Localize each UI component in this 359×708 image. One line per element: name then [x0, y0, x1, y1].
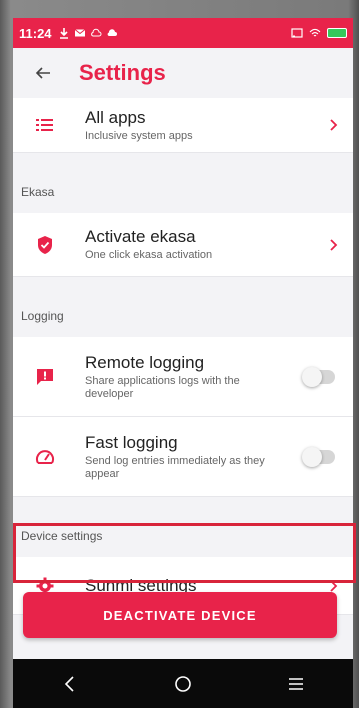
cast-icon: [291, 28, 303, 38]
speedometer-icon: [33, 445, 57, 469]
email-icon: [74, 29, 85, 37]
app-bar: Settings: [13, 48, 353, 99]
status-icons-left: [58, 27, 118, 39]
remote-logging-text: Remote logging Share applications logs w…: [85, 353, 305, 401]
section-ekasa: Ekasa: [21, 185, 55, 199]
remote-logging-sub: Share applications logs with the develop…: [85, 374, 240, 400]
remote-logging-label: Remote logging: [85, 352, 205, 372]
chevron-right-icon: [330, 119, 338, 131]
status-time: 11:24: [19, 25, 52, 41]
fast-logging-item[interactable]: Fast logging Send log entries immediatel…: [13, 417, 353, 497]
settings-list: All apps Inclusive system apps Ekasa Act…: [13, 98, 353, 615]
navigation-bar: [13, 659, 353, 708]
battery-icon: [327, 28, 347, 38]
remote-logging-toggle[interactable]: [302, 366, 335, 387]
all-apps-text: All apps Inclusive system apps: [85, 108, 325, 143]
activate-ekasa-sub: One click ekasa activation: [85, 249, 213, 261]
deactivate-device-button[interactable]: DEACTIVATE DEVICE: [23, 592, 337, 638]
section-device-settings: Device settings: [21, 529, 103, 543]
back-nav-icon: [64, 675, 74, 692]
status-bar: 11:24: [13, 18, 353, 48]
activate-ekasa-label: Activate ekasa: [85, 227, 196, 246]
all-apps-label: All apps: [85, 107, 146, 127]
activate-ekasa-text: Activate ekasa One click ekasa activatio…: [85, 227, 325, 262]
home-nav-button[interactable]: [163, 664, 203, 704]
menu-nav-icon: [289, 677, 304, 690]
wifi-icon: [309, 28, 321, 37]
arrow-left-icon: [35, 67, 50, 79]
activate-ekasa-item[interactable]: Activate ekasa One click ekasa activatio…: [13, 213, 353, 277]
all-apps-item[interactable]: All apps Inclusive system apps: [13, 98, 353, 153]
list-icon: [33, 113, 57, 137]
back-button[interactable]: [23, 53, 63, 93]
menu-nav-button[interactable]: [276, 664, 316, 704]
remote-logging-item[interactable]: Remote logging Share applications logs w…: [13, 337, 353, 417]
download-icon: [59, 28, 68, 39]
fast-logging-label: Fast logging: [85, 432, 178, 452]
section-logging: Logging: [21, 309, 64, 323]
page-title: Settings: [79, 60, 166, 85]
home-nav-icon: [175, 675, 191, 692]
back-nav-button[interactable]: [50, 664, 90, 704]
chevron-right-icon: [330, 238, 338, 251]
status-icons-right: [291, 27, 347, 39]
fast-logging-toggle[interactable]: [302, 446, 335, 467]
report-icon: [33, 365, 57, 389]
shield-check-icon: [33, 233, 57, 257]
cloud-icon: [107, 29, 117, 36]
all-apps-sub: Inclusive system apps: [85, 129, 193, 142]
fast-logging-sub: Send log entries immediately as they app…: [85, 454, 265, 480]
fast-logging-text: Fast logging Send log entries immediatel…: [85, 433, 305, 481]
cloud-off-icon: [90, 28, 102, 37]
